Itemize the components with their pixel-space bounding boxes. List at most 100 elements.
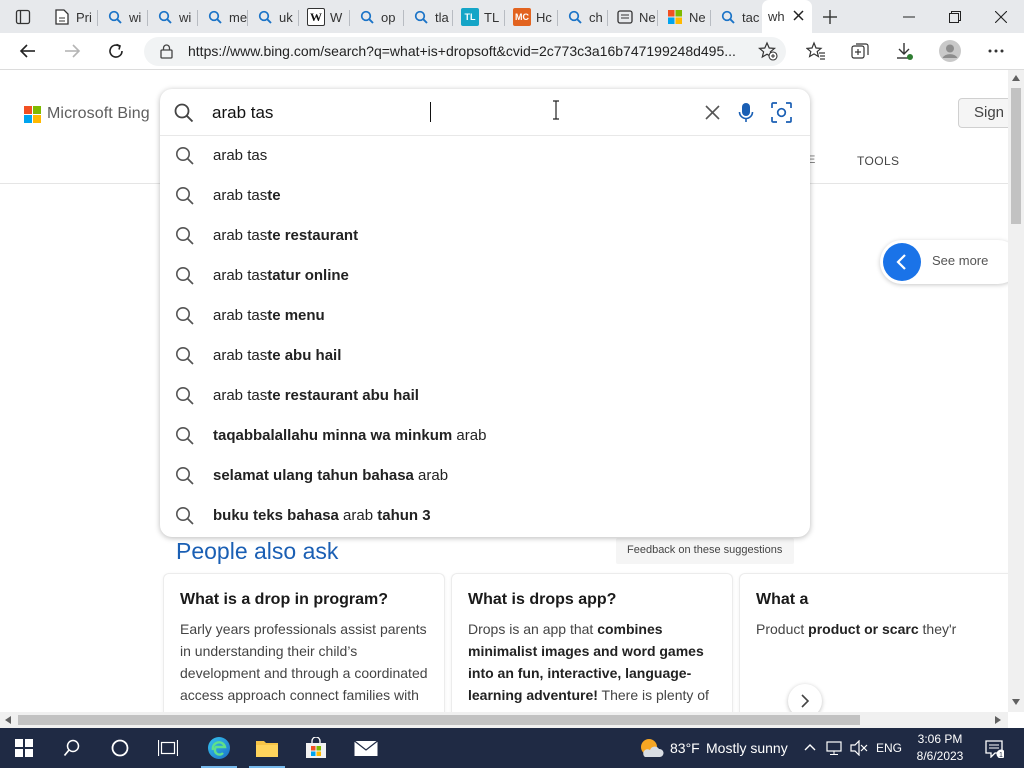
search-icon	[175, 186, 195, 206]
visual-search-icon[interactable]	[771, 102, 792, 123]
vertical-scroll-thumb[interactable]	[1011, 88, 1021, 224]
tools-tab[interactable]: TOOLS	[857, 154, 899, 168]
scroll-left-icon[interactable]	[5, 716, 11, 724]
profile-button[interactable]	[934, 35, 966, 67]
new-tab-button[interactable]	[817, 4, 843, 30]
chevron-up-icon[interactable]	[804, 743, 816, 751]
search-icon[interactable]	[174, 103, 194, 123]
favorites-button[interactable]	[800, 35, 832, 67]
suggestion-item[interactable]: arab tastatur online	[160, 256, 810, 296]
search-input[interactable]	[212, 101, 642, 125]
browser-tab[interactable]: ch	[560, 2, 608, 32]
scroll-up-icon[interactable]	[1012, 75, 1020, 81]
browser-tab[interactable]: WW	[301, 2, 350, 32]
chevron-left-icon	[883, 243, 921, 281]
volume-muted-icon[interactable]	[850, 740, 868, 756]
weather-description[interactable]: Mostly sunny	[706, 740, 788, 756]
taskbar-store[interactable]	[292, 728, 340, 768]
collections-icon	[851, 43, 869, 59]
suggestion-item[interactable]: arab taste abu hail	[160, 336, 810, 376]
clear-icon[interactable]	[705, 105, 720, 120]
network-icon[interactable]	[826, 740, 842, 756]
suggestion-item[interactable]: taqabbalallahu minna wa minkum arab	[160, 416, 810, 456]
scroll-down-icon[interactable]	[1012, 699, 1020, 705]
browser-tab[interactable]: wi	[150, 2, 198, 32]
input-language[interactable]: ENG	[876, 741, 902, 755]
browser-tab[interactable]: Ne	[660, 2, 711, 32]
feedback-suggestions-button[interactable]: Feedback on these suggestions	[616, 538, 794, 564]
browser-tab[interactable]: wi	[100, 2, 148, 32]
browser-tab[interactable]: tla	[406, 2, 453, 32]
cards-next-button[interactable]	[788, 684, 822, 712]
taskbar-search-button[interactable]	[48, 728, 96, 768]
see-more-button[interactable]: See more	[880, 240, 1008, 284]
browser-tab[interactable]: Pri	[47, 2, 98, 32]
tab-label: TL	[484, 9, 500, 25]
collections-button[interactable]	[844, 35, 876, 67]
clock-date[interactable]: 8/6/2023	[913, 749, 967, 763]
refresh-button[interactable]	[100, 35, 132, 67]
scroll-right-icon[interactable]	[995, 716, 1001, 724]
paa-card[interactable]: What a Product product or scarc they'r	[739, 573, 1008, 712]
browser-tab[interactable]: Ne	[610, 2, 658, 32]
suggestion-item[interactable]: arab taste restaurant	[160, 216, 810, 256]
close-icon	[995, 10, 1007, 23]
taskbar-file-explorer[interactable]	[243, 728, 291, 768]
cortana-button[interactable]	[96, 728, 144, 768]
clock-time[interactable]: 3:06 PM	[916, 732, 964, 746]
settings-menu-button[interactable]	[980, 35, 1012, 67]
notifications-icon[interactable]: 1	[984, 738, 1004, 758]
taskbar-mail[interactable]	[342, 728, 390, 768]
horizontal-scrollbar[interactable]	[0, 712, 1008, 728]
add-favorite-button[interactable]	[752, 35, 784, 67]
close-tab-icon[interactable]	[793, 10, 804, 21]
suggestion-item[interactable]: arab taste	[160, 176, 810, 216]
start-button[interactable]	[0, 728, 48, 768]
suggestion-item[interactable]: arab taste menu	[160, 296, 810, 336]
tab-actions-button[interactable]	[10, 6, 36, 28]
forward-button[interactable]	[56, 35, 88, 67]
horizontal-scroll-thumb[interactable]	[18, 715, 860, 725]
task-view-button[interactable]	[144, 728, 192, 768]
downloads-button[interactable]	[888, 35, 920, 67]
text-caret	[430, 102, 431, 122]
sign-in-button[interactable]: Sign i	[958, 98, 1008, 128]
browser-tab[interactable]: tac	[713, 2, 760, 32]
suggestion-item[interactable]: arab tas	[160, 136, 810, 176]
answer-text: Product	[756, 621, 805, 637]
bing-logo[interactable]: Microsoft Bing	[24, 105, 150, 123]
browser-tab[interactable]: wh	[762, 0, 812, 33]
microsoft-logo-icon	[24, 105, 41, 123]
weather-temperature[interactable]: 83°F	[670, 740, 700, 756]
paa-card[interactable]: What is a drop in program? Early years p…	[163, 573, 445, 712]
paa-question: What a	[756, 591, 809, 608]
weather-sun-cloud-icon[interactable]	[638, 737, 664, 759]
paa-answer: Drops is an app that combines minimalist…	[468, 618, 716, 706]
tab-label: Pri	[76, 9, 92, 25]
suggestion-completion: te abu hail	[267, 347, 342, 364]
browser-tab[interactable]: TL TL	[455, 2, 505, 32]
search-icon	[412, 8, 430, 26]
browser-tab[interactable]: uk	[250, 2, 299, 32]
browser-tab[interactable]: MC Hc	[507, 2, 558, 32]
suggestion-completion: te	[267, 187, 281, 204]
tab-separator	[557, 10, 558, 26]
suggestion-item[interactable]: selamat ulang tahun bahasa arab	[160, 456, 810, 496]
browser-tab[interactable]: me	[200, 2, 248, 32]
browser-tab[interactable]: op	[352, 2, 404, 32]
taskbar-edge[interactable]	[195, 728, 243, 768]
address-bar[interactable]: https://www.bing.com/search?q=what+is+dr…	[144, 37, 786, 66]
minimize-button[interactable]	[886, 0, 932, 33]
suggestion-query: arab	[413, 467, 449, 484]
news-icon	[616, 8, 634, 26]
vertical-scrollbar[interactable]	[1008, 70, 1024, 712]
close-window-button[interactable]	[978, 0, 1024, 33]
suggestion-query: arab	[338, 507, 378, 524]
microphone-icon[interactable]	[738, 102, 754, 124]
paa-card[interactable]: What is drops app? Drops is an app that …	[451, 573, 733, 712]
suggestion-item[interactable]: arab taste restaurant abu hail	[160, 376, 810, 416]
suggestion-item[interactable]: buku teks bahasa arab tahun 3	[160, 496, 810, 536]
restore-button[interactable]	[932, 0, 978, 33]
back-button[interactable]	[12, 35, 44, 67]
suggestion-query: arab tas	[213, 187, 268, 204]
